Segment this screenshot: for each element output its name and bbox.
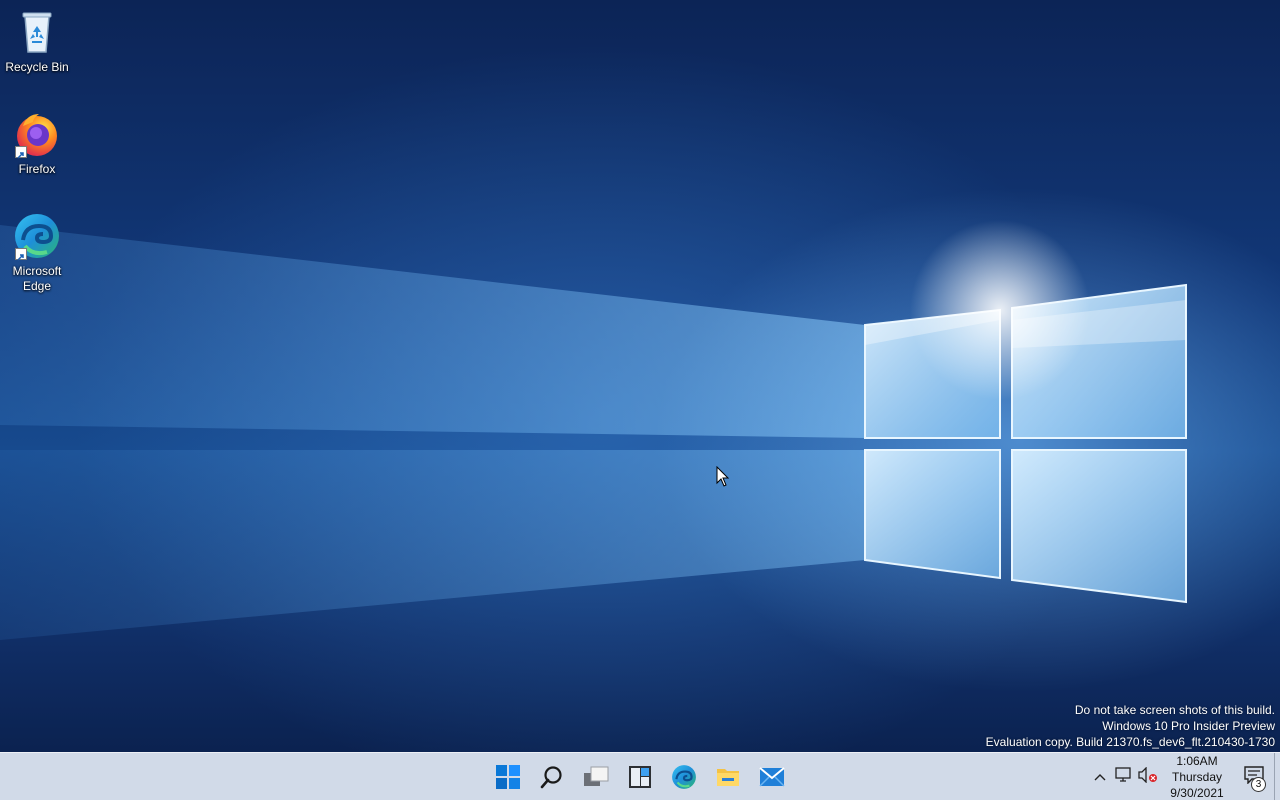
network-icon — [1115, 766, 1133, 788]
desktop-wallpaper — [0, 0, 1280, 752]
taskbar-pinned-apps — [486, 753, 794, 800]
task-view-icon — [583, 765, 609, 789]
firefox-icon — [13, 110, 61, 159]
desktop-icon-label: Recycle Bin — [5, 60, 69, 74]
desktop-icon-firefox[interactable]: Firefox — [2, 110, 72, 177]
shortcut-arrow-icon — [15, 146, 27, 159]
network-button[interactable] — [1112, 757, 1136, 797]
show-hidden-icons-button[interactable] — [1088, 757, 1112, 797]
desktop-icon-label: Firefox — [18, 162, 56, 176]
show-desktop-button[interactable] — [1274, 753, 1280, 800]
file-explorer-button[interactable] — [706, 757, 750, 797]
search-icon — [540, 765, 564, 789]
taskbar-edge-button[interactable] — [662, 757, 706, 797]
desktop-icon-label: Microsoft Edge — [12, 264, 62, 293]
edge-icon — [671, 764, 697, 790]
task-view-button[interactable] — [574, 757, 618, 797]
recycle-bin-icon — [13, 8, 61, 56]
desktop-icon-microsoft-edge[interactable]: Microsoft Edge — [2, 212, 72, 294]
mail-button[interactable] — [750, 757, 794, 797]
volume-button[interactable] — [1136, 757, 1160, 797]
search-button[interactable] — [530, 757, 574, 797]
watermark-line: Do not take screen shots of this build. — [1074, 703, 1275, 717]
taskbar: 1:06AM Thursday 9/30/2021 3 — [0, 752, 1280, 800]
notification-count-badge: 3 — [1251, 777, 1266, 792]
watermark-line: Windows 10 Pro Insider Preview — [1102, 719, 1275, 733]
widgets-icon — [628, 765, 652, 789]
build-watermark: Do not take screen shots of this build. … — [986, 702, 1275, 750]
clock-date: 9/30/2021 — [1170, 786, 1224, 800]
clock-day: Thursday — [1171, 770, 1223, 784]
desktop-icon-recycle-bin[interactable]: Recycle Bin — [2, 8, 72, 75]
chevron-up-icon — [1094, 768, 1106, 786]
volume-muted-icon — [1138, 765, 1158, 788]
edge-icon — [13, 212, 61, 261]
watermark-line: Evaluation copy. Build 21370.fs_dev6_flt… — [985, 735, 1275, 749]
windows-start-icon — [496, 765, 520, 789]
shortcut-arrow-icon — [15, 248, 27, 261]
action-center-button[interactable]: 3 — [1234, 753, 1274, 800]
clock-time: 1:06AM — [1176, 754, 1218, 768]
folder-icon — [716, 766, 740, 788]
system-tray: 1:06AM Thursday 9/30/2021 3 — [1088, 753, 1280, 800]
mail-icon — [759, 767, 785, 787]
mouse-cursor-icon — [716, 465, 730, 493]
widgets-button[interactable] — [618, 757, 662, 797]
start-button[interactable] — [486, 757, 530, 797]
taskbar-clock[interactable]: 1:06AM Thursday 9/30/2021 — [1166, 753, 1228, 800]
